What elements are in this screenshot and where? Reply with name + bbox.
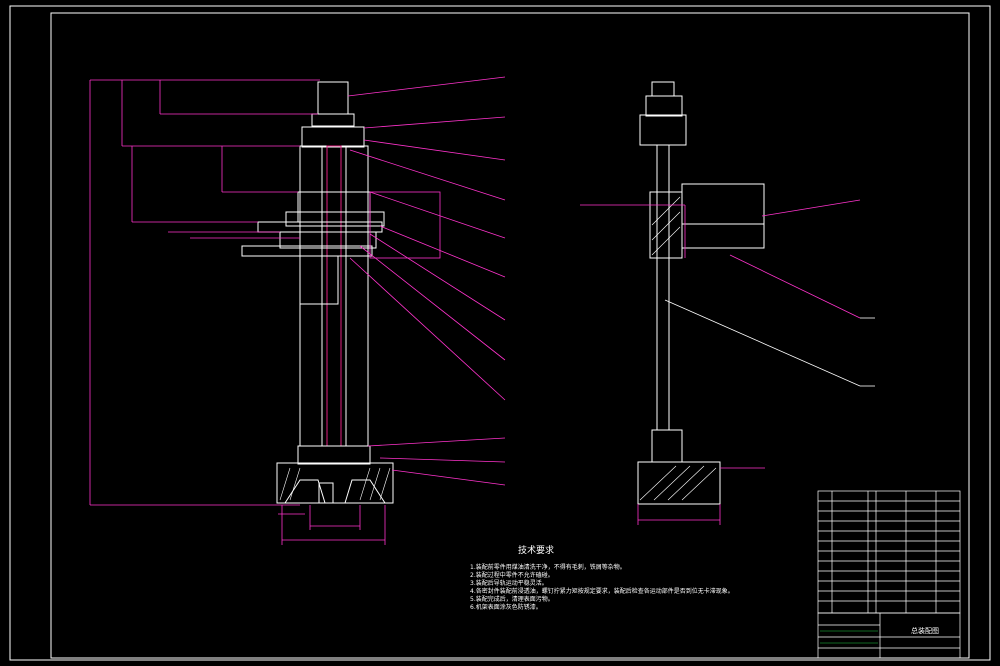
drawing-name: 总装配图 (911, 626, 939, 635)
title-block (817, 612, 961, 659)
tech-req-item: 5.装配完成后，清理表面污物。 (470, 595, 554, 603)
side-view (637, 81, 765, 505)
tech-requirements: 技术要求 1.装配前零件用煤油清洗干净，不得有毛刺，铁屑等杂物。 2.装配过程中… (470, 544, 734, 611)
tech-req-item: 3.装配后导轨运动平稳灵活。 (470, 579, 548, 587)
tech-req-item: 2.装配过程中零件不允许磕碰。 (470, 571, 554, 579)
outer-border (9, 5, 991, 661)
tech-req-title: 技术要求 (518, 544, 554, 556)
front-dimensions (89, 76, 506, 545)
front-view (241, 81, 394, 504)
cad-drawing: 技术要求 1.装配前零件用煤油清洗干净，不得有毛刺，铁屑等杂物。 2.装配过程中… (9, 5, 991, 661)
front-base-hatch (279, 467, 391, 501)
side-hatch (639, 196, 717, 501)
tech-req-item: 6.机架表面涂灰色防锈漆。 (470, 603, 542, 611)
tech-req-item: 4.各密封件装配前浸透油，螺钉拧紧力矩按规定要求，装配后检查各运动部件是否到位无… (470, 587, 734, 595)
side-leader-white (664, 299, 875, 387)
tech-req-item: 1.装配前零件用煤油清洗干净，不得有毛刺，铁屑等杂物。 (470, 563, 626, 571)
parts-list (817, 490, 961, 614)
